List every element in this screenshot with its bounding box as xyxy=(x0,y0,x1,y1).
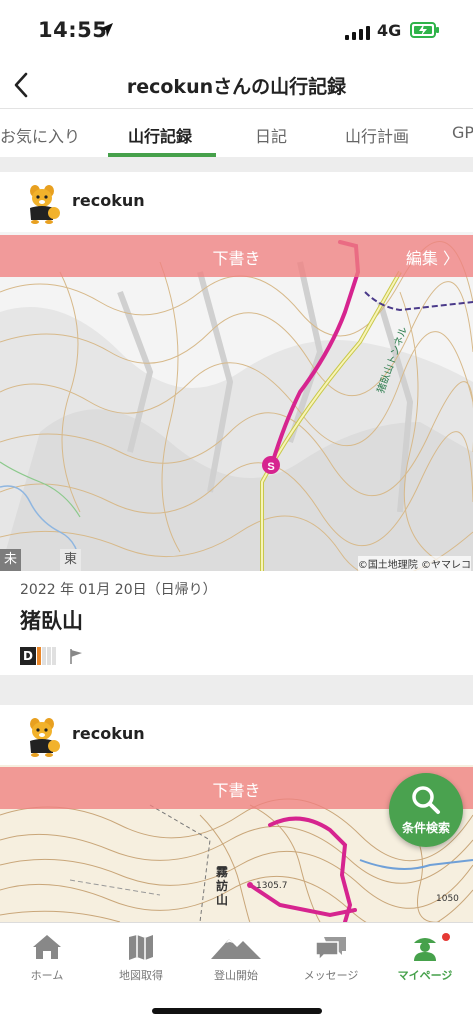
draft-label: 下書き xyxy=(212,249,261,268)
tag-unset: 未設定 xyxy=(0,549,22,611)
svg-text:S: S xyxy=(267,461,274,473)
tag-region: 東海 xyxy=(60,549,82,589)
tab-gps[interactable]: GPS xyxy=(452,123,473,142)
map-copyright: ©国土地理院 ©ヤマレコ xyxy=(357,556,471,571)
battery-icon xyxy=(410,22,439,38)
difficulty-letter: D xyxy=(20,646,36,665)
edit-button[interactable]: 編集 〉 xyxy=(406,245,459,269)
nav-home-label: ホーム xyxy=(30,969,64,982)
section-divider xyxy=(0,157,473,172)
condition-search-button[interactable]: 条件検索 xyxy=(389,773,463,847)
record-date: 2022 年 01月 20日（日帰り） xyxy=(20,582,217,598)
record-header[interactable]: recokun xyxy=(0,705,473,765)
home-icon xyxy=(33,935,61,959)
home-indicator xyxy=(152,1008,322,1014)
nav-start-climb[interactable]: 登山開始 xyxy=(189,923,283,993)
username[interactable]: recokun xyxy=(72,191,145,210)
nav-home[interactable]: ホーム xyxy=(0,923,94,993)
condition-search-label: 条件検索 xyxy=(401,821,450,835)
tab-diary[interactable]: 日記 xyxy=(255,123,287,147)
nav-mypage[interactable]: マイページ xyxy=(378,923,472,993)
tab-records[interactable]: 山行記録 xyxy=(128,123,192,147)
avatar[interactable] xyxy=(22,182,62,224)
section-divider xyxy=(0,675,473,705)
tab-plans[interactable]: 山行計画 xyxy=(345,123,409,147)
record-header[interactable]: recokun xyxy=(0,172,473,232)
flag-icon xyxy=(70,648,83,664)
nav-map-download-label: 地図取得 xyxy=(119,969,163,982)
navigation-bar: recokunさんの山行記録 xyxy=(0,62,473,109)
nav-map-download[interactable]: 地図取得 xyxy=(94,923,188,993)
page-title: recokunさんの山行記録 xyxy=(126,76,347,98)
difficulty-badge: D xyxy=(20,645,85,665)
mypage-icon xyxy=(414,933,450,961)
route-map[interactable]: S 猪臥山トンネル 下書き 編集 〉 xyxy=(0,232,473,571)
signal-icon xyxy=(345,26,370,40)
username[interactable]: recokun xyxy=(72,724,145,743)
mountain-icon xyxy=(211,939,261,959)
status-time: 14:55 xyxy=(38,18,108,42)
avatar[interactable] xyxy=(22,715,62,757)
search-icon xyxy=(412,786,440,814)
status-bar: 14:55 4G xyxy=(0,0,473,62)
nav-mypage-label: マイページ xyxy=(397,969,453,982)
nav-start-climb-label: 登山開始 xyxy=(214,969,258,982)
nav-messages-label: メッセージ xyxy=(303,969,359,982)
map-label-elevation: 1305.7 xyxy=(256,881,288,891)
map-label-peak: 霧訪山 xyxy=(216,865,229,907)
nav-messages[interactable]: メッセージ xyxy=(284,923,378,993)
location-arrow-icon xyxy=(99,23,113,37)
tab-bar: お気に入り 山行記録 日記 山行計画 GPS xyxy=(0,109,473,157)
record-info[interactable]: 2022 年 01月 20日（日帰り） 猪臥山 D xyxy=(0,571,473,675)
map-icon xyxy=(129,935,153,960)
record-mountain[interactable]: 猪臥山 xyxy=(20,605,83,635)
tab-favorites[interactable]: お気に入り xyxy=(0,123,80,147)
message-icon xyxy=(315,937,346,961)
map-label-elevation: 1050 xyxy=(436,894,459,904)
map-image: S xyxy=(0,232,473,571)
draft-banner: 下書き 編集 〉 xyxy=(0,235,473,277)
network-type: 4G xyxy=(377,21,402,40)
